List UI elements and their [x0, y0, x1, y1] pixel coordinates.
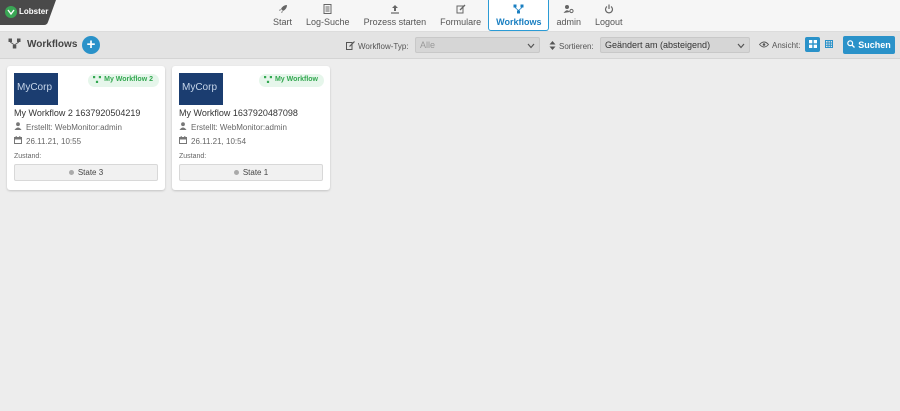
- created-date: 26.11.21, 10:55: [14, 136, 81, 146]
- calendar-icon: [179, 136, 187, 146]
- edit-icon: [346, 41, 355, 52]
- table-view-button[interactable]: [821, 37, 836, 52]
- nav-log-search[interactable]: Log-Suche: [299, 0, 357, 30]
- nav-label: Logout: [594, 17, 623, 27]
- sort-label: Sortieren:: [549, 41, 594, 52]
- nav-label: Prozess starten: [363, 17, 427, 27]
- state-button[interactable]: State 3: [14, 164, 158, 181]
- table-icon: [824, 39, 833, 50]
- nav-start-process[interactable]: Prozess starten: [357, 0, 434, 30]
- workflow-card[interactable]: MyCorp My Workflow My Workflow 163792048…: [172, 66, 330, 190]
- user-icon: [179, 122, 187, 132]
- chevron-down-icon: [527, 41, 535, 51]
- state-button[interactable]: State 1: [179, 164, 323, 181]
- nav-label: Formulare: [440, 17, 482, 27]
- eye-icon: [758, 41, 770, 50]
- user-icon: [14, 122, 22, 132]
- main-nav: Start Log-Suche Prozess starten Formular…: [266, 0, 630, 32]
- nav-forms[interactable]: Formulare: [433, 0, 488, 30]
- workflow-card[interactable]: MyCorp My Workflow 2 My Workflow 2 16379…: [7, 66, 165, 190]
- workflows-toolbar: Workflows + Workflow-Typ: Alle Sortieren…: [0, 32, 900, 59]
- grid-icon: [808, 39, 817, 50]
- company-logo: MyCorp: [14, 73, 58, 105]
- workflow-icon: [93, 76, 102, 85]
- created-by: Erstellt: WebMonitor:admin: [179, 122, 287, 132]
- view-label: Ansicht:: [758, 41, 800, 50]
- chevron-down-icon: [737, 41, 745, 51]
- search-button[interactable]: Suchen: [843, 36, 895, 54]
- nav-label: admin: [556, 17, 581, 27]
- workflow-icon: [263, 76, 272, 85]
- upload-icon: [390, 3, 400, 15]
- nav-start[interactable]: Start: [266, 0, 299, 30]
- workflow-type-select[interactable]: Alle: [415, 37, 540, 53]
- state-label: Zustand:: [14, 153, 42, 160]
- nav-label: Workflows: [496, 17, 542, 27]
- sort-select[interactable]: Geändert am (absteigend): [600, 37, 750, 53]
- nav-label: Log-Suche: [306, 17, 350, 27]
- created-date: 26.11.21, 10:54: [179, 136, 246, 146]
- status-dot-icon: [233, 170, 239, 175]
- page-title: Workflows: [8, 38, 77, 51]
- workflow-title: My Workflow 1637920487098: [179, 108, 298, 118]
- calendar-icon: [14, 136, 22, 146]
- workflow-type-badge: My Workflow 2: [88, 74, 159, 87]
- nav-workflows[interactable]: Workflows: [488, 0, 550, 31]
- document-icon: [323, 3, 332, 15]
- state-label: Zustand:: [179, 153, 207, 160]
- workflow-icon: [513, 3, 524, 15]
- nav-logout[interactable]: Logout: [588, 0, 630, 30]
- created-by: Erstellt: WebMonitor:admin: [14, 122, 122, 132]
- logo-text: Lobster: [19, 7, 49, 16]
- rocket-icon: [278, 3, 288, 15]
- user-gear-icon: [563, 3, 574, 15]
- workflow-type-badge: My Workflow: [258, 74, 324, 87]
- workflow-icon: [8, 38, 21, 51]
- search-icon: [847, 40, 856, 50]
- page-title-text: Workflows: [27, 39, 78, 50]
- add-workflow-button[interactable]: +: [82, 36, 100, 54]
- status-dot-icon: [68, 170, 74, 175]
- company-logo: MyCorp: [179, 73, 223, 105]
- top-navigation-bar: Lobster Start Log-Suche Prozess starten …: [0, 0, 900, 32]
- nav-admin[interactable]: admin: [549, 0, 588, 30]
- nav-label: Start: [273, 17, 293, 27]
- lobster-logo[interactable]: Lobster: [0, 0, 56, 30]
- sort-icon: [549, 41, 556, 52]
- power-icon: [604, 3, 614, 15]
- grid-view-button[interactable]: [805, 37, 820, 52]
- edit-icon: [456, 3, 466, 15]
- workflow-title: My Workflow 2 1637920504219: [14, 108, 141, 118]
- workflow-type-label: Workflow-Typ:: [346, 41, 409, 52]
